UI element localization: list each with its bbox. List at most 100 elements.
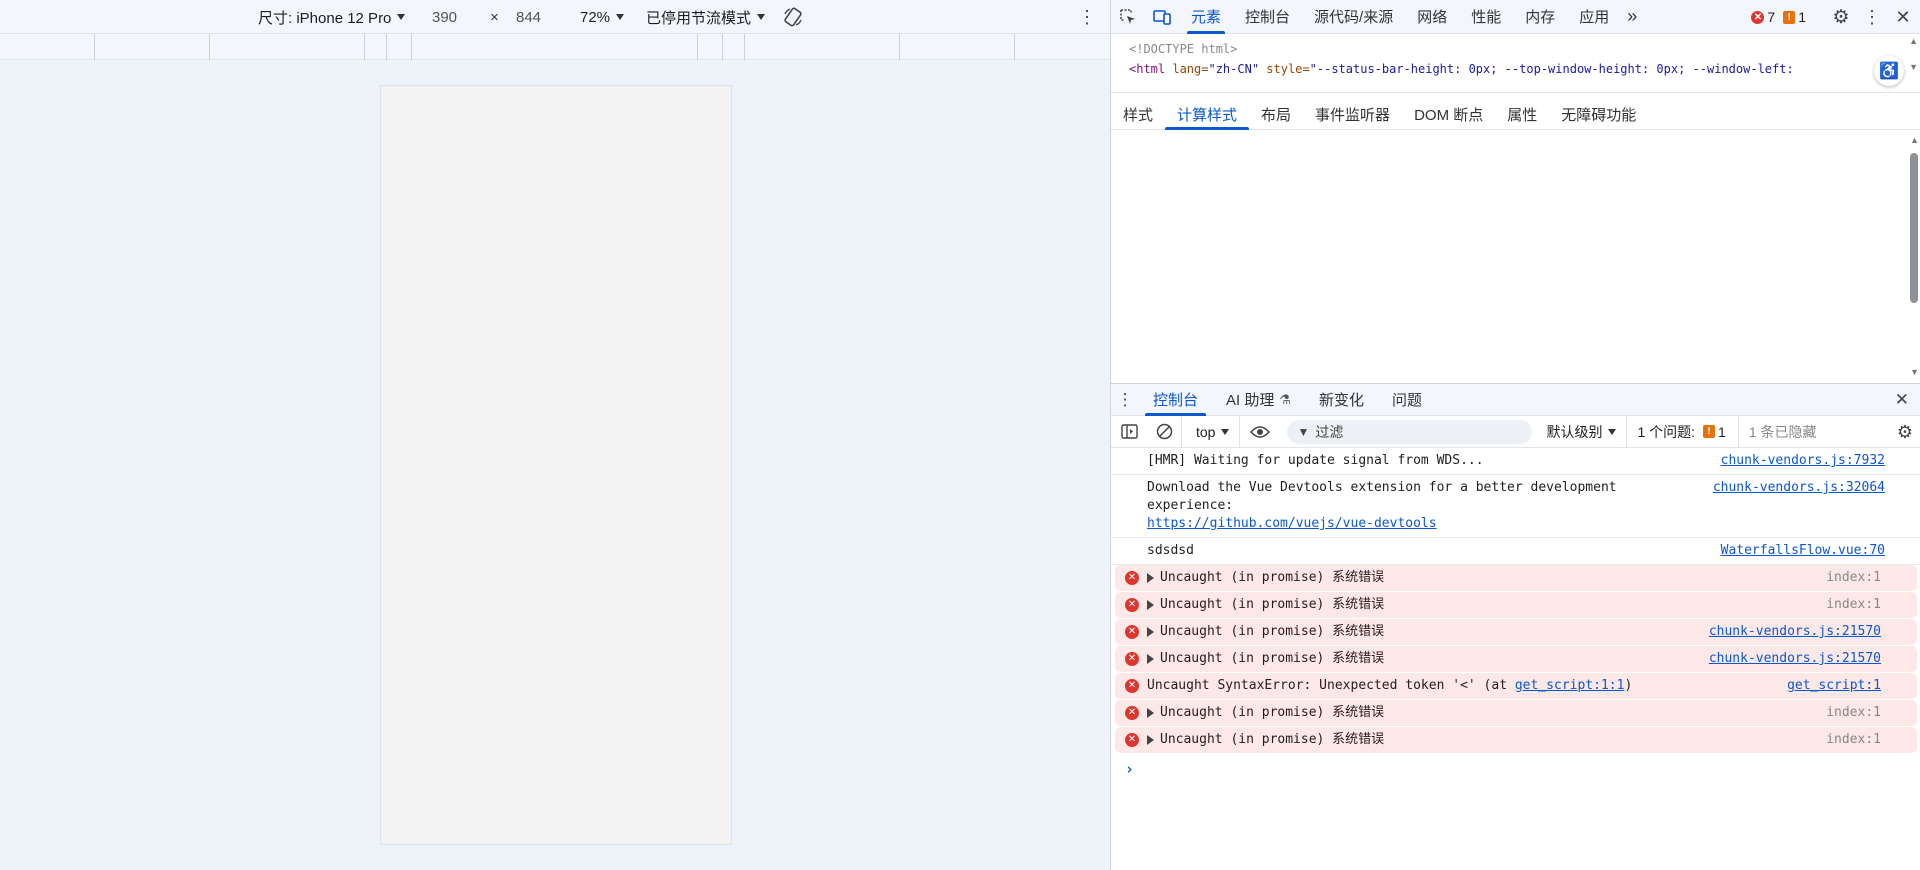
drawer-menu-button[interactable]: ⋮ [1111,390,1139,410]
source-link[interactable]: chunk-vendors.js:32064 [1713,479,1885,497]
scroll-up-icon[interactable]: ▲ [1910,135,1919,145]
attr-value: "--status-bar-height: 0px; --top-window-… [1309,62,1794,76]
expand-triangle-icon[interactable] [1147,653,1154,664]
warning-counter[interactable]: ! 1 [1783,9,1806,25]
live-expression-button[interactable] [1239,415,1279,448]
scroll-down-icon[interactable]: ▼ [1910,367,1919,377]
error-counter[interactable]: ✕ 7 [1751,9,1775,25]
tab-network[interactable]: 网络 [1405,0,1459,34]
ruler-segment[interactable] [386,34,387,60]
source-link[interactable]: index:1 [1826,731,1881,749]
source-link[interactable]: index:1 [1826,596,1881,614]
dom-html-node[interactable]: <html lang="zh-CN" style="--status-bar-h… [1129,59,1920,79]
tab-memory[interactable]: 内存 [1513,0,1567,34]
more-tabs-button[interactable]: » [1621,0,1643,34]
issues-button[interactable]: 1 个问题: ! 1 [1626,415,1726,448]
subtab-styles[interactable]: 样式 [1111,100,1165,130]
drawer-tab-ai[interactable]: AI 助理 ⚗ [1212,384,1305,416]
source-link[interactable]: chunk-vendors.js:21570 [1709,650,1881,668]
console-message[interactable]: [HMR] Waiting for update signal from WDS… [1111,448,1920,475]
rotate-icon [784,7,802,27]
subtab-event-listeners[interactable]: 事件监听器 [1303,100,1402,130]
accessibility-tree-button[interactable]: ♿ [1874,56,1904,86]
sidebar-toggle-button[interactable] [1111,416,1147,448]
console-error[interactable]: ✕ Uncaught SyntaxError: Unexpected token… [1115,673,1917,700]
ruler-segment[interactable] [744,34,745,60]
ruler-segment[interactable] [697,34,698,60]
rotate-button[interactable] [782,0,804,34]
source-link[interactable]: WaterfallsFlow.vue:70 [1721,542,1885,560]
console-message[interactable]: Download the Vue Devtools extension for … [1111,475,1920,538]
console-error[interactable]: ✕ Uncaught (in promise) 系统错误 index:1 [1115,565,1917,592]
inspect-element-button[interactable] [1111,0,1145,34]
drawer-tab-console[interactable]: 控制台 [1139,384,1212,416]
expand-triangle-icon[interactable] [1147,599,1154,610]
error-source-inline-link[interactable]: get_script:1:1 [1515,678,1625,693]
console-settings-button[interactable]: ⚙ [1897,416,1913,448]
customize-button[interactable]: ⋮ [1858,0,1886,34]
tab-performance[interactable]: 性能 [1459,0,1513,34]
console-error[interactable]: ✕ Uncaught (in promise) 系统错误 index:1 [1115,592,1917,619]
clear-console-button[interactable] [1147,416,1181,448]
html-tag: <html [1129,62,1166,76]
console-error[interactable]: ✕ Uncaught (in promise) 系统错误 chunk-vendo… [1115,619,1917,646]
height-input[interactable]: 844 [516,0,541,34]
subtab-dom-breakpoints[interactable]: DOM 断点 [1402,100,1495,130]
subtab-layout[interactable]: 布局 [1249,100,1303,130]
ruler-segment[interactable] [1014,34,1015,60]
drawer-tab-changes[interactable]: 新变化 [1305,384,1378,416]
subtab-accessibility[interactable]: 无障碍功能 [1549,100,1648,130]
chevron-down-icon [1608,428,1617,435]
tab-application[interactable]: 应用 [1567,0,1621,34]
expand-triangle-icon[interactable] [1147,734,1154,745]
source-link[interactable]: get_script:1 [1787,677,1881,695]
dom-scrollbar[interactable]: ▲ ▼ [1908,36,1918,72]
ruler-segment[interactable] [209,34,210,60]
console-message[interactable]: sdsdsd WaterfallsFlow.vue:70 [1111,538,1920,565]
ruler-segment[interactable] [411,34,412,60]
ruler-segment[interactable] [899,34,900,60]
context-select[interactable]: top [1181,415,1239,448]
device-viewport[interactable] [380,85,732,845]
error-text: Uncaught (in promise) 系统错误 [1160,651,1385,666]
device-toolbar-toggle[interactable] [1145,0,1179,34]
tab-elements[interactable]: 元素 [1179,0,1233,34]
close-devtools-button[interactable]: ✕ [1886,0,1920,34]
throttle-select[interactable]: 已停用节流模式 [646,0,766,34]
source-link[interactable]: index:1 [1826,704,1881,722]
tab-console[interactable]: 控制台 [1233,0,1302,34]
zoom-select[interactable]: 72% [580,0,625,34]
device-more-button[interactable]: ⋮ [1078,0,1096,34]
width-input[interactable]: 390 [432,0,457,34]
log-level-select[interactable]: 默认级别 [1546,416,1617,448]
expand-triangle-icon[interactable] [1147,626,1154,637]
console-error[interactable]: ✕ Uncaught (in promise) 系统错误 chunk-vendo… [1115,646,1917,673]
subtab-computed[interactable]: 计算样式 [1165,100,1250,130]
drawer-tab-issues[interactable]: 问题 [1378,384,1436,416]
device-select[interactable]: 尺寸: iPhone 12 Pro [258,0,406,34]
tab-sources[interactable]: 源代码/来源 [1302,0,1405,34]
settings-button[interactable]: ⚙ [1824,0,1858,34]
close-drawer-button[interactable]: ✕ [1895,384,1909,416]
console-error[interactable]: ✕ Uncaught (in promise) 系统错误 index:1 [1115,727,1917,754]
devtools-url-link[interactable]: https://github.com/vuejs/vue-devtools [1147,516,1437,531]
error-icon: ✕ [1125,598,1139,612]
subtab-properties[interactable]: 属性 [1495,100,1549,130]
ruler-segment[interactable] [722,34,723,60]
expand-triangle-icon[interactable] [1147,707,1154,718]
console-error[interactable]: ✕ Uncaught (in promise) 系统错误 index:1 [1115,700,1917,727]
source-link[interactable]: chunk-vendors.js:7932 [1721,452,1885,470]
hidden-count: 1 条已隐藏 [1737,415,1817,448]
device-toolbar: 尺寸: iPhone 12 Pro 390 × 844 72% 已停用节流模式 … [0,0,1110,34]
dom-doctype[interactable]: <!DOCTYPE html> [1129,39,1920,59]
error-icon: ✕ [1125,679,1139,693]
filter-input[interactable]: ▼ 过滤 [1287,419,1533,444]
styles-scrollbar-thumb[interactable] [1910,153,1918,303]
ruler-segment[interactable] [94,34,95,60]
close-icon: ✕ [1895,6,1911,27]
console-prompt[interactable]: › [1111,754,1920,778]
source-link[interactable]: chunk-vendors.js:21570 [1709,623,1881,641]
source-link[interactable]: index:1 [1826,569,1881,587]
ruler-segment[interactable] [364,34,365,60]
expand-triangle-icon[interactable] [1147,572,1154,583]
